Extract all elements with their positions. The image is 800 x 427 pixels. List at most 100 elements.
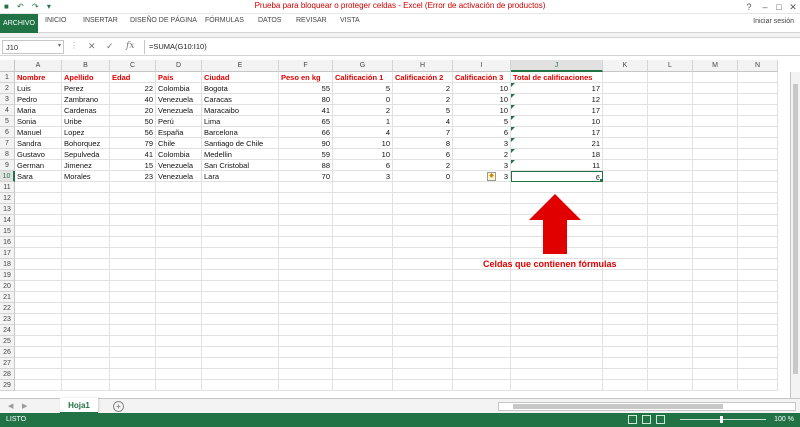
cell-e18[interactable] (202, 259, 279, 270)
data-cell-f6[interactable]: 66 (279, 127, 333, 138)
column-header-l[interactable]: L (648, 60, 693, 72)
cell-j19[interactable] (511, 270, 603, 281)
tab-inicio[interactable]: INICIO (45, 17, 66, 24)
row-header-10[interactable]: 10 (0, 171, 15, 182)
tab-archivo[interactable]: ARCHIVO (0, 14, 38, 33)
cell-l24[interactable] (648, 325, 693, 336)
formula-cell-j7[interactable]: 21 (511, 138, 603, 149)
cell-g14[interactable] (333, 215, 393, 226)
cell-n4[interactable] (738, 105, 778, 116)
cell-b13[interactable] (62, 204, 110, 215)
cell-n7[interactable] (738, 138, 778, 149)
cell-m17[interactable] (693, 248, 738, 259)
cell-a12[interactable] (15, 193, 62, 204)
row-header-11[interactable]: 11 (0, 182, 15, 193)
cell-m29[interactable] (693, 380, 738, 391)
cell-m13[interactable] (693, 204, 738, 215)
cell-e28[interactable] (202, 369, 279, 380)
cell-e17[interactable] (202, 248, 279, 259)
cell-g15[interactable] (333, 226, 393, 237)
cell-h24[interactable] (393, 325, 453, 336)
header-cell-j1[interactable]: Total de calificaciones (511, 72, 603, 83)
cell-c19[interactable] (110, 270, 156, 281)
cell-l23[interactable] (648, 314, 693, 325)
cell-e27[interactable] (202, 358, 279, 369)
cell-a16[interactable] (15, 237, 62, 248)
cell-b22[interactable] (62, 303, 110, 314)
cell-f28[interactable] (279, 369, 333, 380)
next-sheet-icon[interactable]: ▶ (22, 402, 27, 410)
data-cell-g10[interactable]: 3 (333, 171, 393, 182)
cell-l15[interactable] (648, 226, 693, 237)
cell-f18[interactable] (279, 259, 333, 270)
cell-a20[interactable] (15, 281, 62, 292)
cell-m24[interactable] (693, 325, 738, 336)
header-cell-b1[interactable]: Apellido (62, 72, 110, 83)
cell-i28[interactable] (453, 369, 511, 380)
cell-n8[interactable] (738, 149, 778, 160)
data-cell-g7[interactable]: 10 (333, 138, 393, 149)
cell-g19[interactable] (333, 270, 393, 281)
cell-n6[interactable] (738, 127, 778, 138)
cell-b19[interactable] (62, 270, 110, 281)
data-cell-d2[interactable]: Colombia (156, 83, 202, 94)
cell-c16[interactable] (110, 237, 156, 248)
cell-a22[interactable] (15, 303, 62, 314)
cell-k22[interactable] (603, 303, 648, 314)
cell-k21[interactable] (603, 292, 648, 303)
cell-h15[interactable] (393, 226, 453, 237)
cell-k16[interactable] (603, 237, 648, 248)
cell-m11[interactable] (693, 182, 738, 193)
data-cell-a6[interactable]: Manuel (15, 127, 62, 138)
cell-k6[interactable] (603, 127, 648, 138)
cell-a15[interactable] (15, 226, 62, 237)
data-cell-c4[interactable]: 20 (110, 105, 156, 116)
cell-e25[interactable] (202, 336, 279, 347)
cell-j26[interactable] (511, 347, 603, 358)
cell-m15[interactable] (693, 226, 738, 237)
cell-h19[interactable] (393, 270, 453, 281)
column-header-n[interactable]: N (738, 60, 778, 72)
cell-h25[interactable] (393, 336, 453, 347)
cell-l17[interactable] (648, 248, 693, 259)
formula-cell-j6[interactable]: 17 (511, 127, 603, 138)
data-cell-a3[interactable]: Pedro (15, 94, 62, 105)
cell-j28[interactable] (511, 369, 603, 380)
cell-n9[interactable] (738, 160, 778, 171)
row-header-12[interactable]: 12 (0, 193, 15, 204)
cell-g26[interactable] (333, 347, 393, 358)
cell-k26[interactable] (603, 347, 648, 358)
chevron-down-icon[interactable]: ▾ (58, 42, 61, 49)
cell-l18[interactable] (648, 259, 693, 270)
row-header-2[interactable]: 2 (0, 83, 15, 94)
cell-m3[interactable] (693, 94, 738, 105)
row-header-27[interactable]: 27 (0, 358, 15, 369)
data-cell-h3[interactable]: 2 (393, 94, 453, 105)
page-break-view-icon[interactable] (656, 415, 665, 424)
formula-cell-j9[interactable]: 11 (511, 160, 603, 171)
data-cell-e6[interactable]: Barcelona (202, 127, 279, 138)
row-header-28[interactable]: 28 (0, 369, 15, 380)
cell-a13[interactable] (15, 204, 62, 215)
cell-m14[interactable] (693, 215, 738, 226)
cell-i24[interactable] (453, 325, 511, 336)
cell-f13[interactable] (279, 204, 333, 215)
row-header-26[interactable]: 26 (0, 347, 15, 358)
header-cell-e1[interactable]: Ciudad (202, 72, 279, 83)
cell-l9[interactable] (648, 160, 693, 171)
data-cell-d3[interactable]: Venezuela (156, 94, 202, 105)
cell-f24[interactable] (279, 325, 333, 336)
data-cell-b4[interactable]: Cardenas (62, 105, 110, 116)
tab-vista[interactable]: VISTA (340, 17, 360, 24)
cell-f20[interactable] (279, 281, 333, 292)
cell-l11[interactable] (648, 182, 693, 193)
data-cell-i5[interactable]: 5 (453, 116, 511, 127)
cell-h20[interactable] (393, 281, 453, 292)
cell-k4[interactable] (603, 105, 648, 116)
cell-a26[interactable] (15, 347, 62, 358)
cell-k29[interactable] (603, 380, 648, 391)
cell-e15[interactable] (202, 226, 279, 237)
cell-i29[interactable] (453, 380, 511, 391)
data-cell-e10[interactable]: Lara (202, 171, 279, 182)
data-cell-g8[interactable]: 10 (333, 149, 393, 160)
